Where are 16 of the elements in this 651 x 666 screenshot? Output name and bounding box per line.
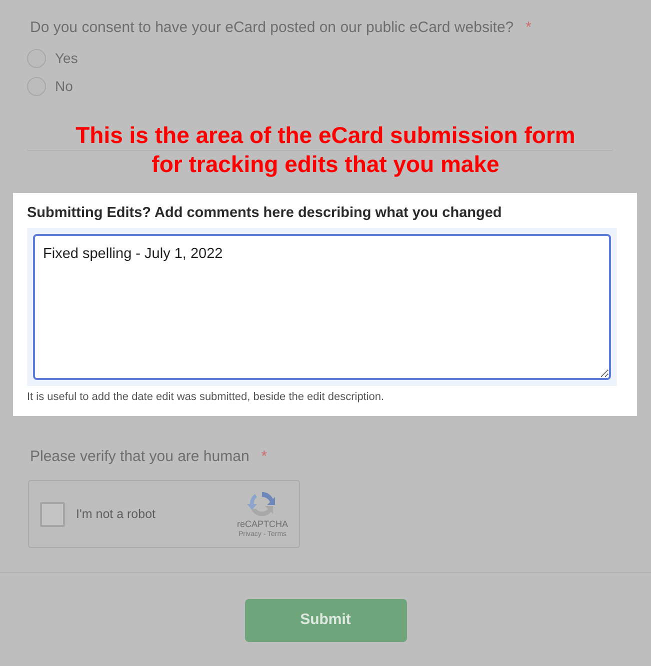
captcha-checkbox[interactable] bbox=[40, 502, 65, 526]
annotation-text: This is the area of the eCard submission form bbox=[76, 120, 576, 150]
captcha-brand: reCAPTCHA bbox=[236, 519, 288, 530]
option-label: Yes bbox=[55, 49, 78, 68]
captcha-label: I'm not a robot bbox=[76, 506, 157, 523]
question-label: Do you consent to have your eCard posted on our public eCard website? bbox=[30, 18, 514, 38]
comment-field[interactable]: Fixed spelling - July 1, 2022 bbox=[33, 234, 611, 380]
required-mark: * bbox=[261, 446, 268, 466]
field-label: Submitting Edits? Add comments here describing what you changed bbox=[27, 204, 503, 222]
submit-button[interactable]: Submit bbox=[244, 599, 406, 642]
required-mark: * bbox=[526, 18, 532, 38]
question-label: Please verify that you are human bbox=[30, 446, 250, 466]
help-text: It is useful to add the date edit was submitted, beside the edit description. bbox=[27, 390, 386, 404]
annotation-text: for tracking edits that you make bbox=[152, 150, 500, 178]
option-label: No bbox=[55, 77, 73, 96]
recycle-arrows-icon bbox=[247, 489, 278, 519]
